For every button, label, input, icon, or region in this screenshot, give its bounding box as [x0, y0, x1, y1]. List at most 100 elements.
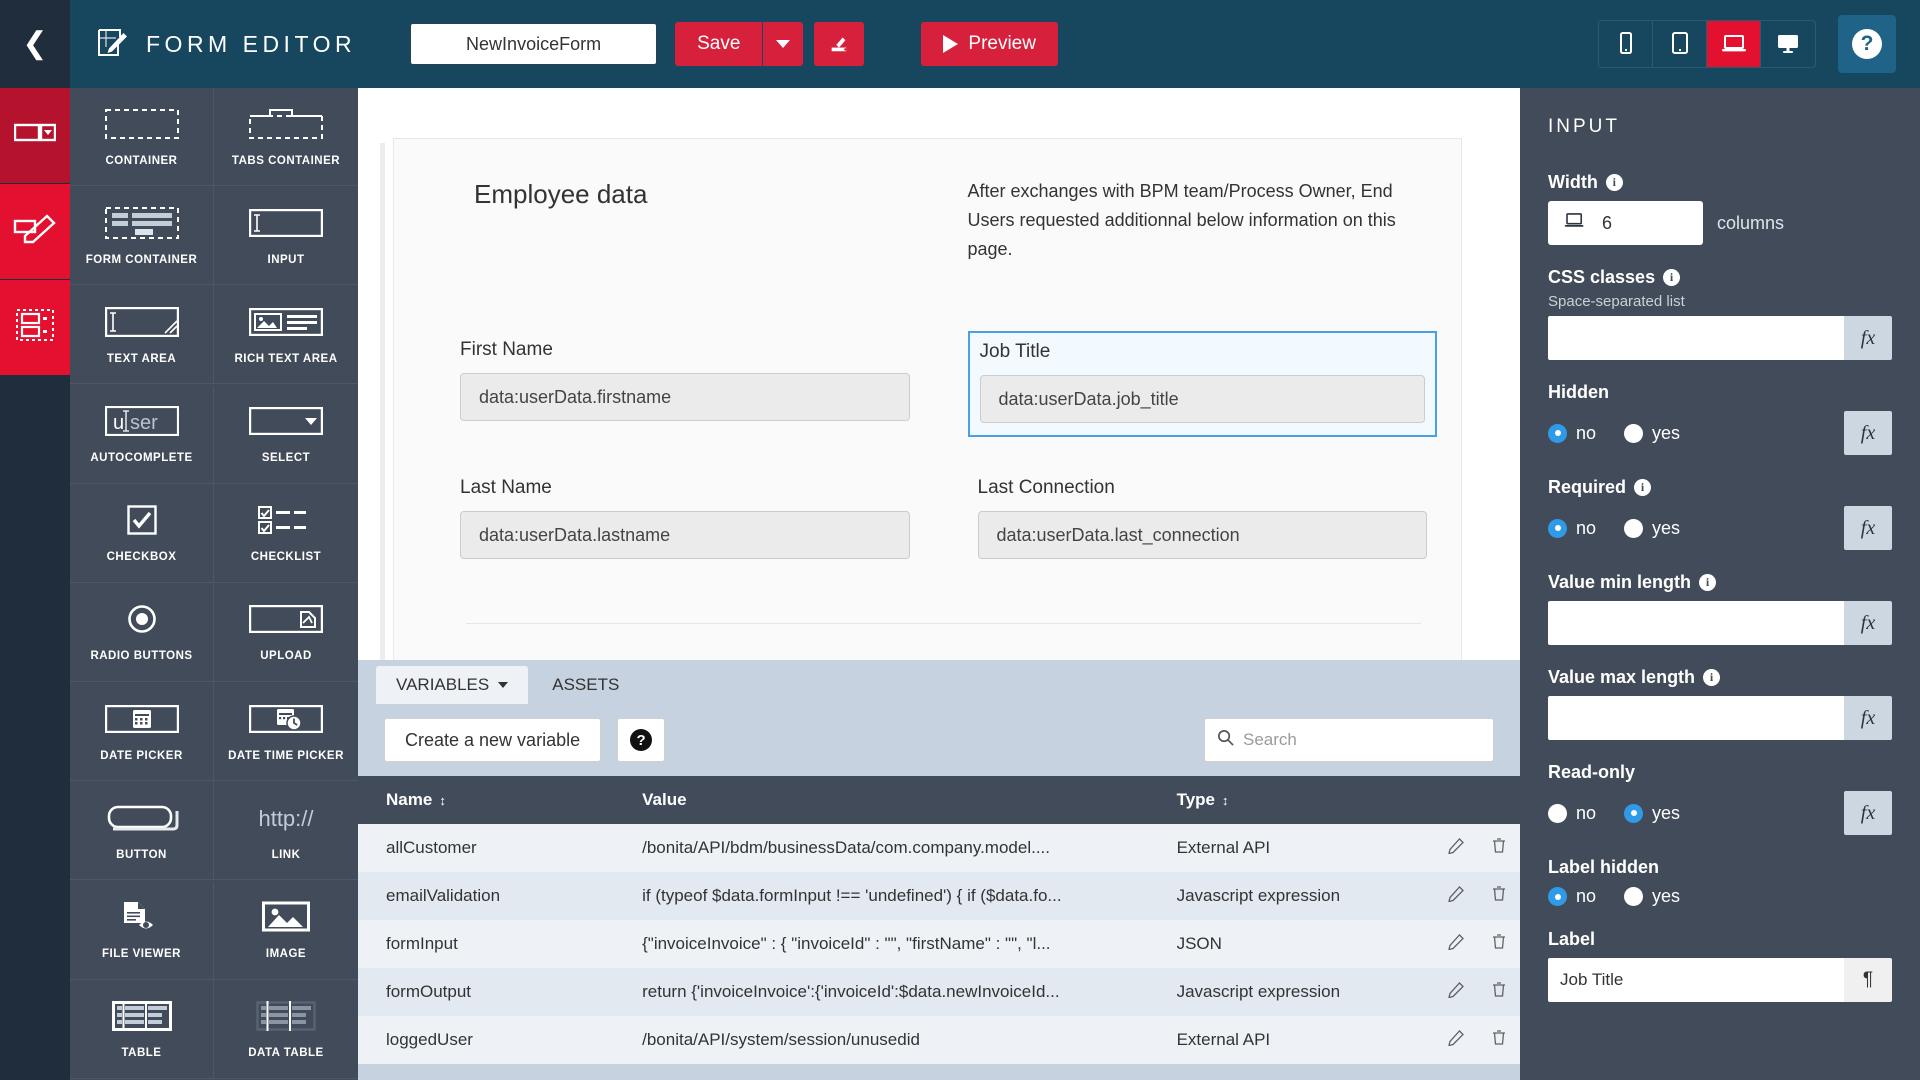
back-button[interactable]: ❮: [0, 0, 70, 88]
info-icon[interactable]: i: [1663, 269, 1680, 286]
radio-icon: [1624, 424, 1643, 443]
tab-variables[interactable]: VARIABLES: [376, 666, 528, 704]
palette-item-rich-text-area[interactable]: RICH TEXT AREA: [214, 286, 358, 384]
cell-value: /bonita/API/bdm/businessData/com.company…: [642, 824, 1176, 872]
delete-variable-button[interactable]: [1477, 872, 1520, 920]
rich-text-area-icon: [249, 305, 323, 339]
device-desktop-button[interactable]: [1761, 21, 1815, 67]
palette-item-file-viewer[interactable]: FILE VIEWER: [70, 882, 214, 980]
pilcrow-icon-button[interactable]: ¶: [1844, 958, 1892, 1002]
field-input[interactable]: data:userData.job_title: [980, 375, 1426, 423]
palette-item-date-picker[interactable]: DATE PICKER: [70, 683, 214, 781]
radio-icon: [1624, 804, 1643, 823]
read-only-option-no[interactable]: no: [1548, 803, 1596, 824]
delete-variable-button[interactable]: [1477, 920, 1520, 968]
form-field-last-name[interactable]: Last Name data:userData.lastname: [450, 469, 920, 571]
table-row[interactable]: allCustomer /bonita/API/bdm/businessData…: [358, 824, 1520, 872]
palette-item-autocomplete[interactable]: u ser AUTOCOMPLETE: [70, 386, 214, 484]
palette-item-text-area[interactable]: TEXT AREA: [70, 286, 214, 384]
trash-icon: [1491, 885, 1507, 902]
hidden-fx-button[interactable]: fx: [1844, 411, 1892, 455]
palette-item-data-table[interactable]: DATA TABLE: [214, 981, 358, 1079]
required-option-no[interactable]: no: [1548, 518, 1596, 539]
form-field-job-title[interactable]: Job Title data:userData.job_title: [968, 331, 1438, 437]
rail-item-widgets[interactable]: [0, 88, 70, 184]
info-icon[interactable]: i: [1606, 174, 1623, 191]
edit-variable-button[interactable]: [1434, 1016, 1477, 1064]
read-only-option-yes[interactable]: yes: [1624, 803, 1680, 824]
delete-variable-button[interactable]: [1477, 1016, 1520, 1064]
variables-search[interactable]: [1204, 718, 1494, 762]
table-row[interactable]: formInput {"invoiceInvoice" : { "invoice…: [358, 920, 1520, 968]
edit-variable-button[interactable]: [1434, 968, 1477, 1016]
device-tablet-button[interactable]: [1653, 21, 1707, 67]
css-classes-input[interactable]: [1548, 316, 1844, 360]
palette-item-table[interactable]: TABLE: [70, 981, 214, 1079]
palette-item-checkbox[interactable]: CHECKBOX: [70, 485, 214, 583]
info-icon[interactable]: i: [1703, 669, 1720, 686]
form-name-input[interactable]: [410, 23, 657, 65]
label-hidden-option-no[interactable]: no: [1548, 886, 1596, 907]
palette-item-checklist[interactable]: CHECKLIST: [214, 485, 358, 583]
edit-variable-button[interactable]: [1434, 824, 1477, 872]
max-length-input[interactable]: [1548, 696, 1844, 740]
table-row[interactable]: formOutput return {'invoiceInvoice':{'in…: [358, 968, 1520, 1016]
rail-item-fragments[interactable]: [0, 280, 70, 376]
max-length-fx-button[interactable]: fx: [1844, 696, 1892, 740]
field-input[interactable]: data:userData.firstname: [460, 373, 910, 421]
read-only-fx-button[interactable]: fx: [1844, 791, 1892, 835]
hidden-option-no[interactable]: no: [1548, 423, 1596, 444]
palette-item-link[interactable]: http:// LINK: [214, 782, 358, 880]
css-classes-fx-button[interactable]: fx: [1844, 316, 1892, 360]
hidden-option-yes[interactable]: yes: [1624, 423, 1680, 444]
palette-item-upload[interactable]: UPLOAD: [214, 584, 358, 682]
preview-button[interactable]: Preview: [921, 22, 1058, 66]
min-length-fx-button[interactable]: fx: [1844, 601, 1892, 645]
search-input[interactable]: [1243, 730, 1481, 750]
info-icon[interactable]: i: [1699, 574, 1716, 591]
field-input[interactable]: data:userData.last_connection: [978, 511, 1428, 559]
width-input[interactable]: 6: [1548, 201, 1703, 245]
required-fx-button[interactable]: fx: [1844, 506, 1892, 550]
pencil-icon: [1448, 886, 1464, 902]
form-field-first-name[interactable]: First Name data:userData.firstname: [450, 331, 920, 437]
edit-variable-button[interactable]: [1434, 872, 1477, 920]
form-field-last-connection[interactable]: Last Connection data:userData.last_conne…: [968, 469, 1438, 571]
create-variable-button[interactable]: Create a new variable: [384, 718, 601, 762]
tab-assets[interactable]: ASSETS: [532, 666, 639, 704]
properties-body: Width i 6 columns: [1520, 166, 1920, 1002]
palette-item-button[interactable]: BUTTON: [70, 782, 214, 880]
required-option-yes[interactable]: yes: [1624, 518, 1680, 539]
palette-item-select[interactable]: SELECT: [214, 386, 358, 484]
label-hidden-option-yes[interactable]: yes: [1624, 886, 1680, 907]
device-phone-button[interactable]: [1599, 21, 1653, 67]
save-button[interactable]: Save: [675, 22, 762, 66]
palette-item-radio-buttons[interactable]: RADIO BUTTONS: [70, 584, 214, 682]
field-input[interactable]: data:userData.lastname: [460, 511, 910, 559]
label-text-input[interactable]: [1548, 958, 1844, 1002]
properties-header: INPUT: [1520, 88, 1920, 166]
palette-item-container[interactable]: CONTAINER: [70, 88, 214, 186]
min-length-input[interactable]: [1548, 601, 1844, 645]
form-row-1: First Name data:userData.firstname Job T…: [450, 311, 1437, 437]
table-row[interactable]: loggedUser /bonita/API/system/session/un…: [358, 1016, 1520, 1064]
palette-item-input[interactable]: INPUT: [214, 187, 358, 285]
col-header-name[interactable]: Name↕: [358, 776, 642, 824]
save-dropdown-button[interactable]: [763, 22, 803, 66]
palette-item-image[interactable]: IMAGE: [214, 882, 358, 980]
table-row[interactable]: emailValidation if (typeof $data.formInp…: [358, 872, 1520, 920]
palette-item-date-time-picker[interactable]: DATE TIME PICKER: [214, 683, 358, 781]
col-header-type[interactable]: Type↕: [1177, 776, 1435, 824]
palette-item-form-container[interactable]: FORM CONTAINER: [70, 187, 214, 285]
device-laptop-button[interactable]: [1707, 21, 1761, 67]
edit-variable-button[interactable]: [1434, 920, 1477, 968]
save-as-button[interactable]: [814, 22, 864, 66]
delete-variable-button[interactable]: [1477, 824, 1520, 872]
tabs-container-icon: [249, 107, 323, 141]
palette-item-tabs-container[interactable]: TABS CONTAINER: [214, 88, 358, 186]
help-button[interactable]: ?: [1838, 15, 1896, 73]
variables-help-button[interactable]: ?: [617, 718, 665, 762]
info-icon[interactable]: i: [1634, 479, 1651, 496]
delete-variable-button[interactable]: [1477, 968, 1520, 1016]
rail-item-custom-widgets[interactable]: [0, 184, 70, 280]
